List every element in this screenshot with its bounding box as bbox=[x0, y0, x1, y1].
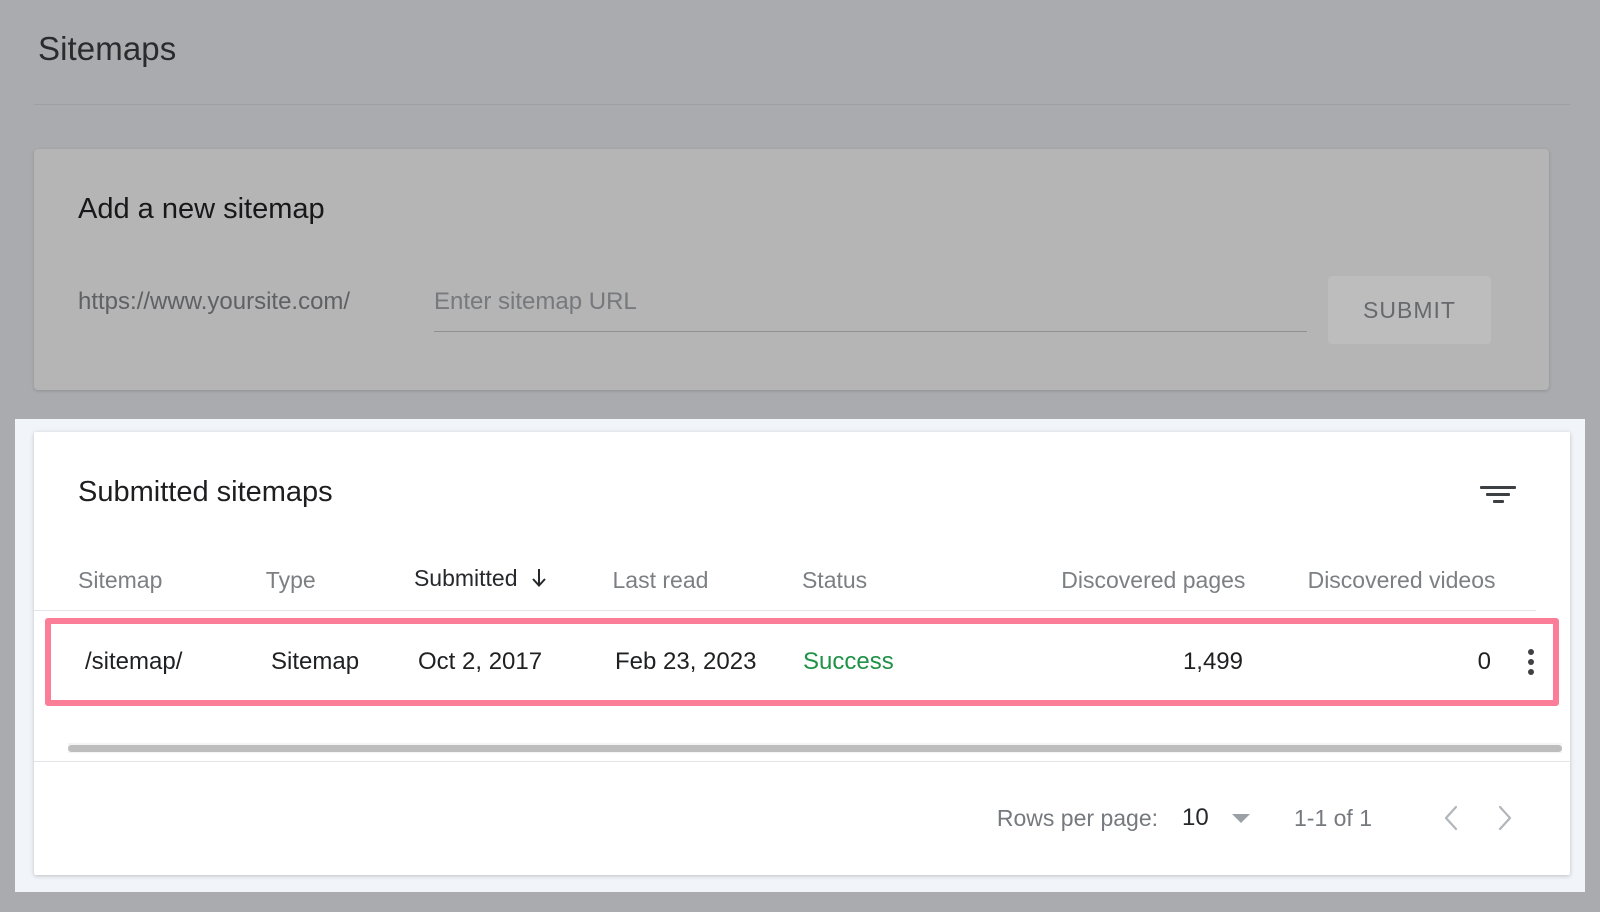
filter-bar-middle bbox=[1486, 493, 1510, 496]
status-badge: Success bbox=[803, 648, 894, 675]
sitemaps-table-header: Sitemap Type Submitted Last read Status … bbox=[34, 550, 1570, 610]
table-header-row: Sitemap Type Submitted Last read Status … bbox=[34, 550, 1570, 610]
column-header-type[interactable]: Type bbox=[266, 550, 414, 610]
horizontal-scrollbar-thumb[interactable] bbox=[68, 745, 1562, 752]
submitted-sitemaps-heading: Submitted sitemaps bbox=[78, 472, 333, 512]
sitemap-url-input[interactable] bbox=[434, 285, 1307, 319]
column-header-actions bbox=[1514, 550, 1571, 610]
column-header-status[interactable]: Status bbox=[802, 550, 1012, 610]
rows-per-page-label: Rows per page: bbox=[997, 805, 1158, 832]
header-row-divider bbox=[34, 610, 1536, 611]
sitemaps-table: Sitemap Type Submitted Last read Status … bbox=[34, 550, 1570, 610]
column-header-discovered-videos[interactable]: Discovered videos bbox=[1245, 550, 1513, 610]
cell-sitemap[interactable]: /sitemap/ bbox=[51, 624, 271, 700]
cell-status: Success bbox=[803, 624, 1011, 700]
sitemap-url-prefix: https://www.yoursite.com/ bbox=[78, 285, 350, 319]
cell-discovered-videos: 0 bbox=[1243, 624, 1509, 700]
filter-bar-bottom bbox=[1493, 500, 1504, 503]
title-divider bbox=[34, 104, 1570, 105]
chevron-left-icon bbox=[1439, 803, 1465, 833]
filter-bar-top bbox=[1480, 486, 1516, 489]
more-vert-icon[interactable] bbox=[1511, 642, 1551, 682]
submitted-sitemaps-card: Submitted sitemaps Sitemap Type Submitte… bbox=[34, 432, 1570, 875]
kebab-dot-bottom bbox=[1528, 669, 1534, 675]
arrow-down-icon bbox=[529, 567, 549, 595]
submit-button[interactable]: SUBMIT bbox=[1328, 276, 1491, 344]
cell-submitted: Oct 2, 2017 bbox=[418, 624, 615, 700]
previous-page-button[interactable] bbox=[1426, 792, 1478, 844]
column-header-discovered-pages[interactable]: Discovered pages bbox=[1012, 550, 1246, 610]
rows-per-page-value: 10 bbox=[1182, 804, 1210, 832]
sitemaps-table-body: /sitemap/ Sitemap Oct 2, 2017 Feb 23, 20… bbox=[51, 624, 1565, 700]
column-header-submitted-label: Submitted bbox=[414, 565, 518, 591]
table-row[interactable]: /sitemap/ Sitemap Oct 2, 2017 Feb 23, 20… bbox=[51, 624, 1565, 700]
chevron-right-icon bbox=[1491, 803, 1517, 833]
column-header-last-read[interactable]: Last read bbox=[613, 550, 802, 610]
kebab-dot-middle bbox=[1528, 659, 1534, 665]
cell-last-read: Feb 23, 2023 bbox=[615, 624, 803, 700]
filter-icon[interactable] bbox=[1474, 470, 1522, 518]
column-header-sitemap[interactable]: Sitemap bbox=[34, 550, 266, 610]
add-sitemap-card: Add a new sitemap https://www.yoursite.c… bbox=[34, 149, 1549, 390]
add-sitemap-heading: Add a new sitemap bbox=[78, 189, 325, 229]
next-page-button[interactable] bbox=[1478, 792, 1530, 844]
pagination-range-label: 1-1 of 1 bbox=[1294, 805, 1372, 832]
sitemap-url-row: https://www.yoursite.com/ SUBMIT bbox=[78, 275, 1509, 347]
cell-actions bbox=[1509, 624, 1565, 700]
kebab-dot-top bbox=[1528, 649, 1534, 655]
submitted-sitemaps-header: Submitted sitemaps bbox=[34, 432, 1570, 550]
cell-type: Sitemap bbox=[271, 624, 418, 700]
highlighted-row-outline: /sitemap/ Sitemap Oct 2, 2017 Feb 23, 20… bbox=[45, 618, 1559, 706]
chevron-down-icon bbox=[1232, 814, 1250, 823]
pagination-bar: Rows per page: 10 1-1 of 1 bbox=[34, 762, 1570, 874]
cell-discovered-pages: 1,499 bbox=[1011, 624, 1243, 700]
sitemap-url-input-wrapper bbox=[434, 285, 1307, 332]
horizontal-scrollbar-track[interactable] bbox=[68, 743, 1562, 753]
dimmed-overlay-region: Sitemaps Add a new sitemap https://www.y… bbox=[0, 0, 1600, 424]
column-header-submitted[interactable]: Submitted bbox=[414, 550, 613, 610]
rows-per-page-select[interactable]: 10 bbox=[1182, 804, 1250, 832]
page-title: Sitemaps bbox=[38, 27, 176, 71]
sitemaps-table-body-wrapper: /sitemap/ Sitemap Oct 2, 2017 Feb 23, 20… bbox=[51, 624, 1565, 700]
